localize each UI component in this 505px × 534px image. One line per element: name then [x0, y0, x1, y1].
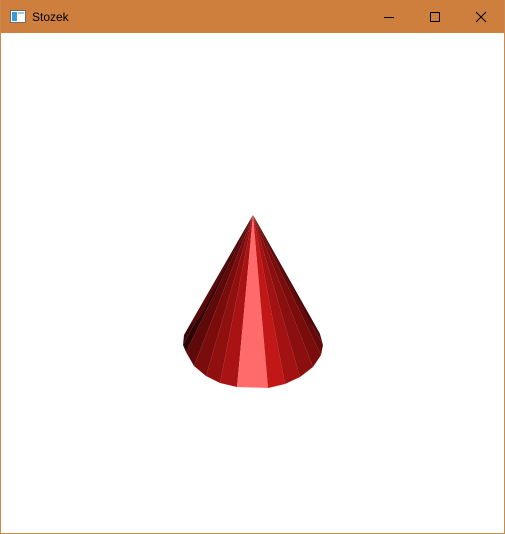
app-window: Stozek — [0, 0, 505, 534]
minimize-icon — [384, 16, 394, 18]
cone-model — [183, 215, 323, 388]
close-button[interactable] — [458, 0, 504, 33]
cone-render — [183, 215, 323, 388]
title-bar[interactable]: Stozek — [0, 0, 505, 33]
close-icon — [475, 11, 487, 22]
minimize-button[interactable] — [366, 0, 412, 33]
window-app-icon — [10, 10, 26, 23]
window-title: Stozek — [32, 10, 69, 24]
maximize-icon — [430, 11, 440, 22]
opengl-viewport[interactable] — [1, 33, 504, 533]
maximize-button[interactable] — [412, 0, 458, 33]
